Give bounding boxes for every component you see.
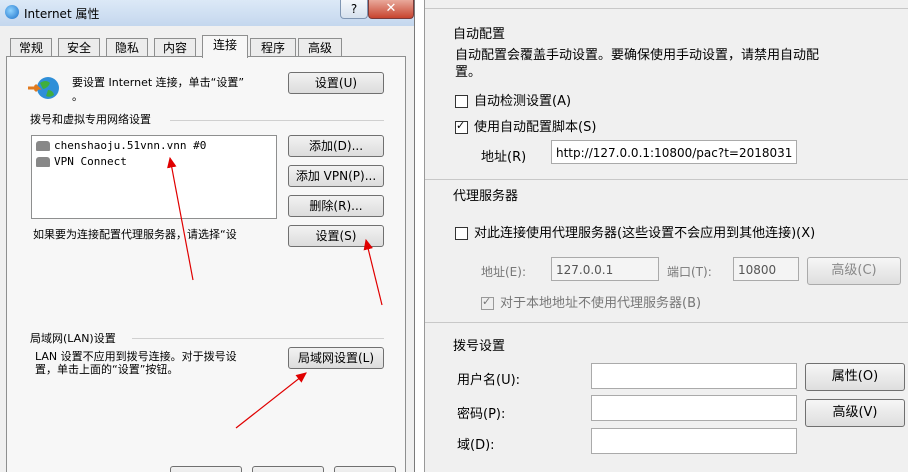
connection-settings-window: 自动配置 自动配置会覆盖手动设置。要确保使用手动设置，请禁用自动配 置。 自动检… bbox=[424, 0, 908, 472]
dialup-advanced-button[interactable]: 高级(V) bbox=[805, 399, 905, 427]
password-input[interactable] bbox=[591, 395, 797, 421]
checkbox-checked-icon[interactable] bbox=[455, 119, 468, 134]
proxy-header: 代理服务器 bbox=[453, 189, 519, 204]
domain-input[interactable] bbox=[591, 428, 797, 454]
script-address-label: 地址(R) bbox=[481, 150, 527, 165]
proxy-advanced-button[interactable]: 高级(C) bbox=[807, 257, 901, 285]
dialup-section: 拨号设置 用户名(U): 密码(P): 域(D): 属性(O) 高级(V) bbox=[425, 323, 908, 472]
proxy-address-label: 地址(E): bbox=[481, 265, 526, 279]
proxy-port-label: 端口(T): bbox=[667, 265, 712, 279]
window-top-strip bbox=[425, 0, 908, 9]
use-proxy-checkbox[interactable]: 对此连接使用代理服务器(这些设置不会应用到其他连接)(X) bbox=[455, 222, 815, 241]
domain-label: 域(D): bbox=[457, 438, 495, 453]
proxy-address-input[interactable]: 127.0.0.1 bbox=[551, 257, 659, 281]
arrow-to-settings bbox=[363, 238, 383, 306]
auto-config-section: 自动配置 自动配置会覆盖手动设置。要确保使用手动设置，请禁用自动配 置。 自动检… bbox=[425, 9, 908, 180]
bypass-local-checkbox[interactable]: 对于本地地址不使用代理服务器(B) bbox=[481, 292, 701, 311]
username-label: 用户名(U): bbox=[457, 373, 521, 388]
auto-config-description: 自动配置会覆盖手动设置。要确保使用手动设置，请禁用自动配 bbox=[455, 48, 820, 63]
auto-config-header: 自动配置 bbox=[453, 27, 506, 42]
username-input[interactable] bbox=[591, 363, 797, 389]
auto-config-description-tail: 置。 bbox=[455, 65, 482, 80]
script-address-input[interactable]: http://127.0.0.1:10800/pac?t=2018031 bbox=[551, 140, 797, 164]
arrow-to-lan-settings bbox=[235, 372, 307, 429]
checkbox-icon[interactable] bbox=[455, 227, 468, 240]
password-label: 密码(P): bbox=[457, 407, 506, 422]
checkbox-icon[interactable] bbox=[455, 95, 468, 108]
tab-connections[interactable]: 连接 bbox=[202, 35, 248, 58]
use-auto-script-checkbox[interactable]: 使用自动配置脚本(S) bbox=[455, 116, 596, 135]
proxy-section: 代理服务器 对此连接使用代理服务器(这些设置不会应用到其他连接)(X) 地址(E… bbox=[425, 180, 908, 323]
dialup-header: 拨号设置 bbox=[453, 339, 506, 354]
auto-detect-checkbox[interactable]: 自动检测设置(A) bbox=[455, 90, 571, 109]
checkbox-checked-icon[interactable] bbox=[481, 295, 494, 310]
arrow-to-connection bbox=[167, 156, 194, 281]
annotation-arrows bbox=[167, 156, 383, 429]
proxy-port-input[interactable]: 10800 bbox=[733, 257, 799, 281]
dialup-properties-button[interactable]: 属性(O) bbox=[805, 363, 905, 391]
